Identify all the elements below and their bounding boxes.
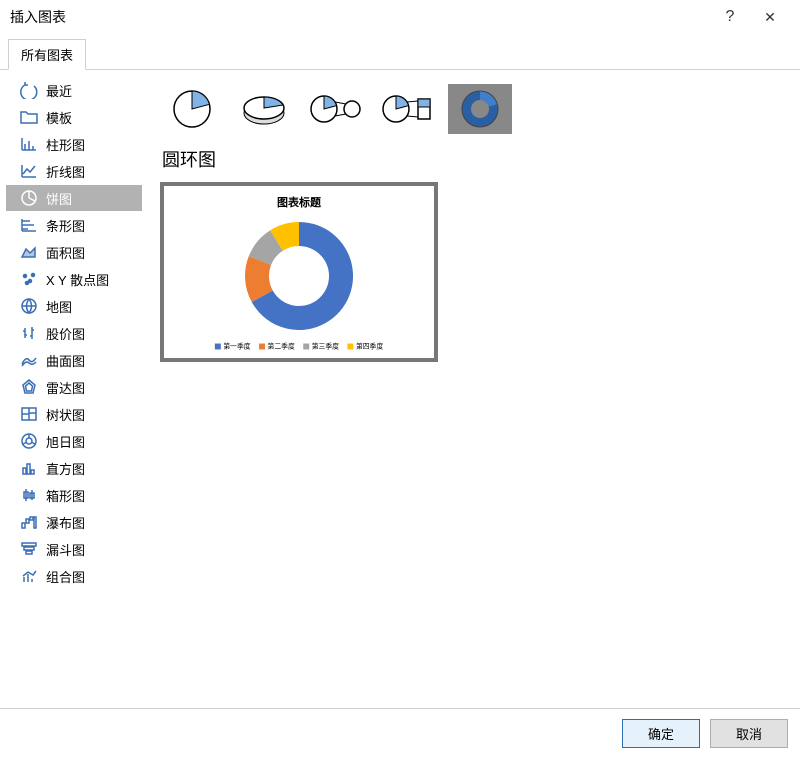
scatter-chart-icon bbox=[18, 269, 40, 289]
area-chart-icon bbox=[18, 242, 40, 262]
preview-legend: 第一季度 第二季度 第三季度 第四季度 bbox=[215, 342, 383, 351]
main-panel: 圆环图 图表标题 第一季度 第二季度 第三 bbox=[148, 70, 800, 700]
radar-chart-icon bbox=[18, 377, 40, 397]
sidebar-item-label: 折线图 bbox=[46, 162, 85, 181]
subtype-pie-of-pie[interactable] bbox=[304, 84, 368, 134]
sidebar-item-label: 直方图 bbox=[46, 459, 85, 478]
sidebar-item-label: 地图 bbox=[46, 297, 72, 316]
sidebar-item-label: 面积图 bbox=[46, 243, 85, 262]
sidebar-item-sunburst[interactable]: 旭日图 bbox=[6, 428, 142, 454]
sidebar-item-label: 瀑布图 bbox=[46, 513, 85, 532]
sidebar-item-box[interactable]: 箱形图 bbox=[6, 482, 142, 508]
legend-item: 第一季度 bbox=[223, 342, 250, 351]
sidebar-item-label: 模板 bbox=[46, 108, 72, 127]
histogram-icon bbox=[18, 458, 40, 478]
chart-category-sidebar: 最近 模板 柱形图 折线图 饼图 条形图 面积图 X Y 散点图 bbox=[0, 70, 148, 700]
dialog-footer: 确定 取消 bbox=[0, 708, 800, 758]
waterfall-icon bbox=[18, 512, 40, 532]
subtype-bar-of-pie[interactable] bbox=[376, 84, 440, 134]
sidebar-item-waterfall[interactable]: 瀑布图 bbox=[6, 509, 142, 535]
close-button[interactable]: ✕ bbox=[750, 9, 790, 26]
treemap-icon bbox=[18, 404, 40, 424]
dialog-title: 插入图表 bbox=[10, 7, 710, 27]
help-button[interactable]: ? bbox=[710, 8, 750, 26]
legend-item: 第四季度 bbox=[356, 342, 383, 351]
column-chart-icon bbox=[18, 134, 40, 154]
sidebar-item-treemap[interactable]: 树状图 bbox=[6, 401, 142, 427]
sidebar-item-label: X Y 散点图 bbox=[46, 270, 109, 289]
sidebar-item-line[interactable]: 折线图 bbox=[6, 158, 142, 184]
chart-preview[interactable]: 图表标题 第一季度 第二季度 第三季度 第四季度 bbox=[160, 182, 438, 362]
dialog-titlebar: 插入图表 ? ✕ bbox=[0, 0, 800, 34]
tabstrip: 所有图表 bbox=[0, 38, 800, 70]
sidebar-item-label: 树状图 bbox=[46, 405, 85, 424]
sidebar-item-label: 条形图 bbox=[46, 216, 85, 235]
pie-chart-icon bbox=[18, 188, 40, 208]
dialog-body: 最近 模板 柱形图 折线图 饼图 条形图 面积图 X Y 散点图 bbox=[0, 70, 800, 700]
bar-chart-icon bbox=[18, 215, 40, 235]
sidebar-item-label: 股价图 bbox=[46, 324, 85, 343]
sidebar-item-template[interactable]: 模板 bbox=[6, 104, 142, 130]
sidebar-item-label: 漏斗图 bbox=[46, 540, 85, 559]
sidebar-item-funnel[interactable]: 漏斗图 bbox=[6, 536, 142, 562]
subtype-pie[interactable] bbox=[160, 84, 224, 134]
sidebar-item-histogram[interactable]: 直方图 bbox=[6, 455, 142, 481]
sidebar-item-bar[interactable]: 条形图 bbox=[6, 212, 142, 238]
chart-subtype-title: 圆环图 bbox=[162, 146, 788, 172]
legend-item: 第二季度 bbox=[268, 342, 295, 351]
funnel-icon bbox=[18, 539, 40, 559]
sidebar-item-area[interactable]: 面积图 bbox=[6, 239, 142, 265]
sidebar-item-surface[interactable]: 曲面图 bbox=[6, 347, 142, 373]
tab-all-charts[interactable]: 所有图表 bbox=[8, 39, 86, 70]
sidebar-item-label: 箱形图 bbox=[46, 486, 85, 505]
combo-chart-icon bbox=[18, 566, 40, 586]
sidebar-item-map[interactable]: 地图 bbox=[6, 293, 142, 319]
chart-subtype-row bbox=[160, 84, 788, 134]
sidebar-item-label: 柱形图 bbox=[46, 135, 85, 154]
sidebar-item-scatter[interactable]: X Y 散点图 bbox=[6, 266, 142, 292]
preview-chart-canvas bbox=[234, 210, 364, 341]
cancel-button[interactable]: 取消 bbox=[710, 719, 788, 748]
sidebar-item-stock[interactable]: 股价图 bbox=[6, 320, 142, 346]
stock-chart-icon bbox=[18, 323, 40, 343]
sidebar-item-column[interactable]: 柱形图 bbox=[6, 131, 142, 157]
box-plot-icon bbox=[18, 485, 40, 505]
sidebar-item-label: 雷达图 bbox=[46, 378, 85, 397]
sidebar-item-label: 最近 bbox=[46, 81, 72, 100]
surface-chart-icon bbox=[18, 350, 40, 370]
sidebar-item-radar[interactable]: 雷达图 bbox=[6, 374, 142, 400]
sidebar-item-pie[interactable]: 饼图 bbox=[6, 185, 142, 211]
map-icon bbox=[18, 296, 40, 316]
sidebar-item-label: 旭日图 bbox=[46, 432, 85, 451]
sidebar-item-label: 组合图 bbox=[46, 567, 85, 586]
legend-item: 第三季度 bbox=[312, 342, 339, 351]
folder-icon bbox=[18, 107, 40, 127]
recent-icon bbox=[18, 80, 40, 100]
sunburst-icon bbox=[18, 431, 40, 451]
subtype-doughnut[interactable] bbox=[448, 84, 512, 134]
subtype-pie-3d[interactable] bbox=[232, 84, 296, 134]
preview-chart-title: 图表标题 bbox=[277, 194, 321, 210]
sidebar-item-combo[interactable]: 组合图 bbox=[6, 563, 142, 589]
ok-button[interactable]: 确定 bbox=[622, 719, 700, 748]
sidebar-item-label: 饼图 bbox=[46, 189, 72, 208]
sidebar-item-label: 曲面图 bbox=[46, 351, 85, 370]
sidebar-item-recent[interactable]: 最近 bbox=[6, 77, 142, 103]
line-chart-icon bbox=[18, 161, 40, 181]
